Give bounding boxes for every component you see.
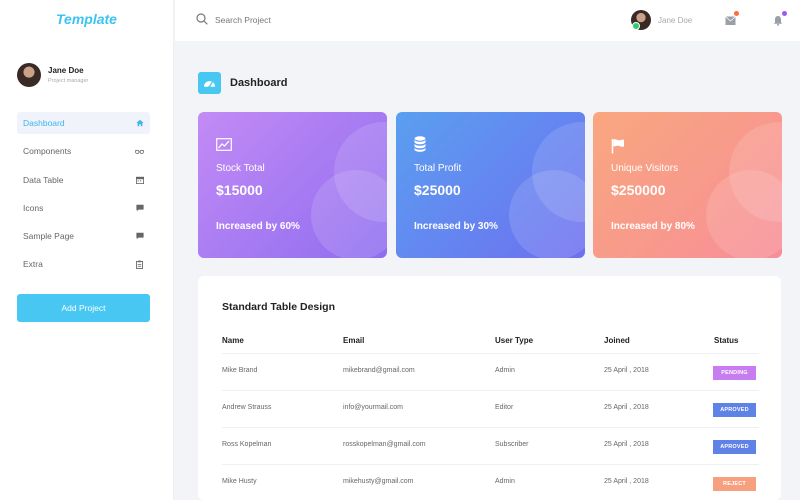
table-row[interactable]: Andrew Strauss info@yourmail.com Editor …	[222, 390, 759, 427]
stat-card-stock-total[interactable]: Stock Total $15000 Increased by 60%	[198, 112, 387, 258]
cell-joined: 25 April , 2018	[604, 367, 649, 374]
sidebar-item-extra[interactable]: Extra	[17, 253, 150, 275]
cell-name: Ross Kopelman	[222, 441, 272, 448]
glasses-icon	[135, 147, 144, 156]
sidebar-item-components[interactable]: Components	[17, 140, 150, 162]
clipboard-icon	[135, 260, 144, 269]
card-label: Total Profit	[414, 163, 462, 174]
cell-user-type: Admin	[495, 367, 515, 374]
chat-icon	[135, 232, 144, 241]
card-increase: Increased by 30%	[414, 221, 498, 232]
cell-joined: 25 April , 2018	[604, 441, 649, 448]
column-header-name[interactable]: Name	[222, 336, 244, 345]
card-increase: Increased by 80%	[611, 221, 695, 232]
status-badge[interactable]: APROVED	[713, 403, 756, 417]
mail-notification-dot	[734, 11, 739, 16]
card-label: Unique Visitors	[611, 163, 679, 174]
card-value: $250000	[611, 182, 666, 198]
sidebar-item-label: Icons	[23, 202, 44, 213]
home-icon	[135, 119, 144, 128]
sidebar-item-sample-page[interactable]: Sample Page	[17, 225, 150, 247]
flag-icon	[611, 138, 625, 159]
column-header-user-type[interactable]: User Type	[495, 336, 533, 345]
sidebar-item-label: Components	[23, 146, 72, 157]
cell-name: Andrew Strauss	[222, 404, 272, 411]
topbar-user[interactable]: Jane Doe	[631, 10, 692, 30]
cell-email: rosskopelman@gmail.com	[343, 441, 426, 448]
search-input[interactable]: Search Project	[215, 15, 271, 25]
table-row[interactable]: Mike Brand mikebrand@gmail.com Admin 25 …	[222, 353, 759, 390]
column-header-email[interactable]: Email	[343, 336, 364, 345]
profile-name: Jane Doe	[48, 66, 84, 75]
table-row[interactable]: Ross Kopelman rosskopelman@gmail.com Sub…	[222, 427, 759, 464]
table-row[interactable]: Mike Husty mikehusty@gmail.com Admin 25 …	[222, 464, 759, 500]
status-badge[interactable]: PENDING	[713, 366, 756, 380]
add-project-button[interactable]: Add Project	[17, 294, 150, 322]
cell-name: Mike Brand	[222, 367, 258, 374]
cell-user-type: Editor	[495, 404, 514, 411]
cell-joined: 25 April , 2018	[604, 404, 649, 411]
topbar: Search Project Jane Doe	[175, 0, 800, 41]
page-header: Dashboard	[198, 72, 287, 94]
profile-role: Project manager	[48, 78, 89, 84]
database-icon	[414, 136, 426, 157]
column-header-status[interactable]: Status	[714, 336, 738, 345]
avatar[interactable]	[631, 10, 651, 30]
column-header-joined[interactable]: Joined	[604, 336, 630, 345]
topbar-user-name: Jane Doe	[658, 15, 693, 25]
sidebar-profile: Jane Doe Project manager	[17, 63, 88, 87]
stat-card-total-profit[interactable]: Total Profit $25000 Increased by 30%	[396, 112, 585, 258]
cell-joined: 25 April , 2018	[604, 478, 649, 485]
sidebar-item-label: Dashboard	[23, 118, 65, 128]
calendar-icon	[135, 175, 144, 184]
avatar[interactable]	[17, 63, 41, 87]
app-logo[interactable]: Template	[56, 11, 117, 27]
status-badge[interactable]: REJECT	[713, 477, 756, 491]
cell-email: info@yourmail.com	[343, 404, 404, 411]
status-badge[interactable]: APROVED	[713, 440, 756, 454]
cell-email: mikebrand@gmail.com	[343, 367, 415, 374]
sidebar: Template Jane Doe Project manager Dashbo…	[0, 0, 174, 500]
stat-card-unique-visitors[interactable]: Unique Visitors $250000 Increased by 80%	[593, 112, 782, 258]
table-title: Standard Table Design	[222, 301, 335, 313]
sidebar-item-icons[interactable]: Icons	[17, 197, 150, 219]
cell-user-type: Admin	[495, 478, 515, 485]
chat-icon	[135, 203, 144, 212]
card-label: Stock Total	[216, 163, 265, 174]
cell-user-type: Subscriber	[495, 441, 529, 448]
sidebar-item-dashboard[interactable]: Dashboard	[17, 112, 150, 134]
sidebar-item-label: Extra	[23, 259, 43, 270]
sidebar-menu: Dashboard Components Data Table Icons Sa…	[17, 112, 150, 282]
sidebar-item-label: Data Table	[23, 174, 64, 185]
bell-icon[interactable]	[773, 11, 787, 26]
card-value: $25000	[414, 182, 461, 198]
chart-icon	[216, 138, 232, 156]
cell-name: Mike Husty	[222, 478, 257, 485]
bell-notification-dot	[782, 11, 787, 16]
card-value: $15000	[216, 182, 263, 198]
table-card: Standard Table Design Name Email User Ty…	[198, 276, 781, 500]
mail-icon[interactable]	[725, 11, 739, 25]
search-icon	[196, 13, 208, 27]
card-increase: Increased by 60%	[216, 221, 300, 232]
search-bar[interactable]: Search Project	[196, 13, 271, 27]
sidebar-item-label: Sample Page	[23, 231, 75, 242]
sidebar-item-data-table[interactable]: Data Table	[17, 169, 150, 191]
speedometer-icon	[198, 72, 221, 94]
cell-email: mikehusty@gmail.com	[343, 478, 414, 485]
page-title: Dashboard	[230, 77, 288, 89]
